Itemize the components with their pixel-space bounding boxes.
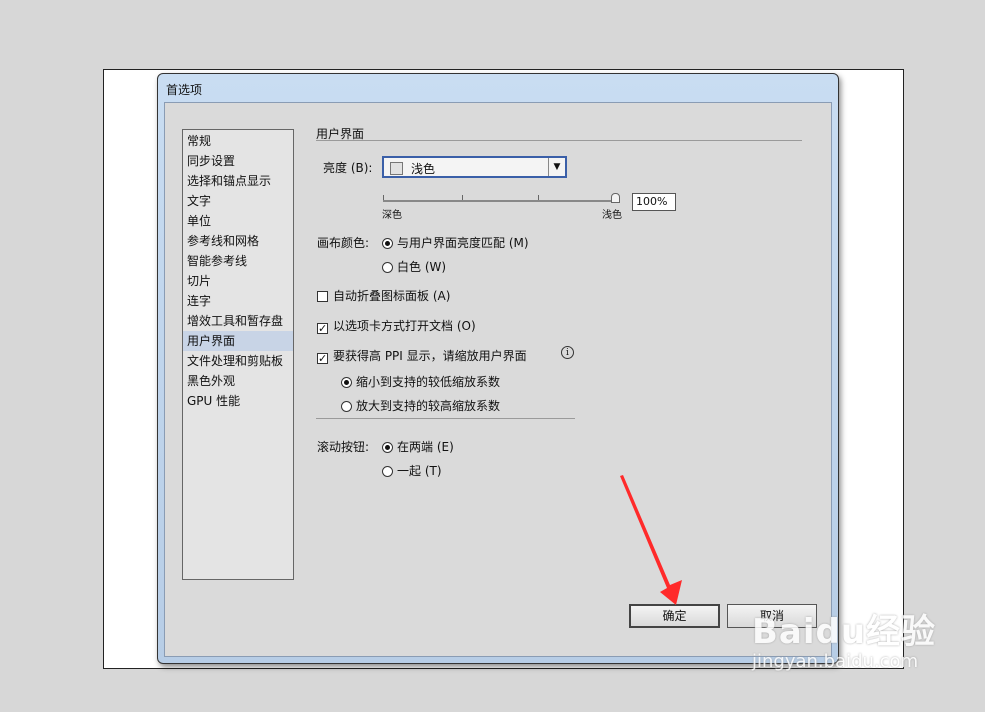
- watermark-brand: Baidu经验: [752, 612, 937, 652]
- red-arrow-icon: [620, 475, 682, 605]
- watermark-url: jingyan.baidu.com: [752, 651, 919, 672]
- watermark: Baidu经验 jingyan.baidu.com: [752, 604, 936, 672]
